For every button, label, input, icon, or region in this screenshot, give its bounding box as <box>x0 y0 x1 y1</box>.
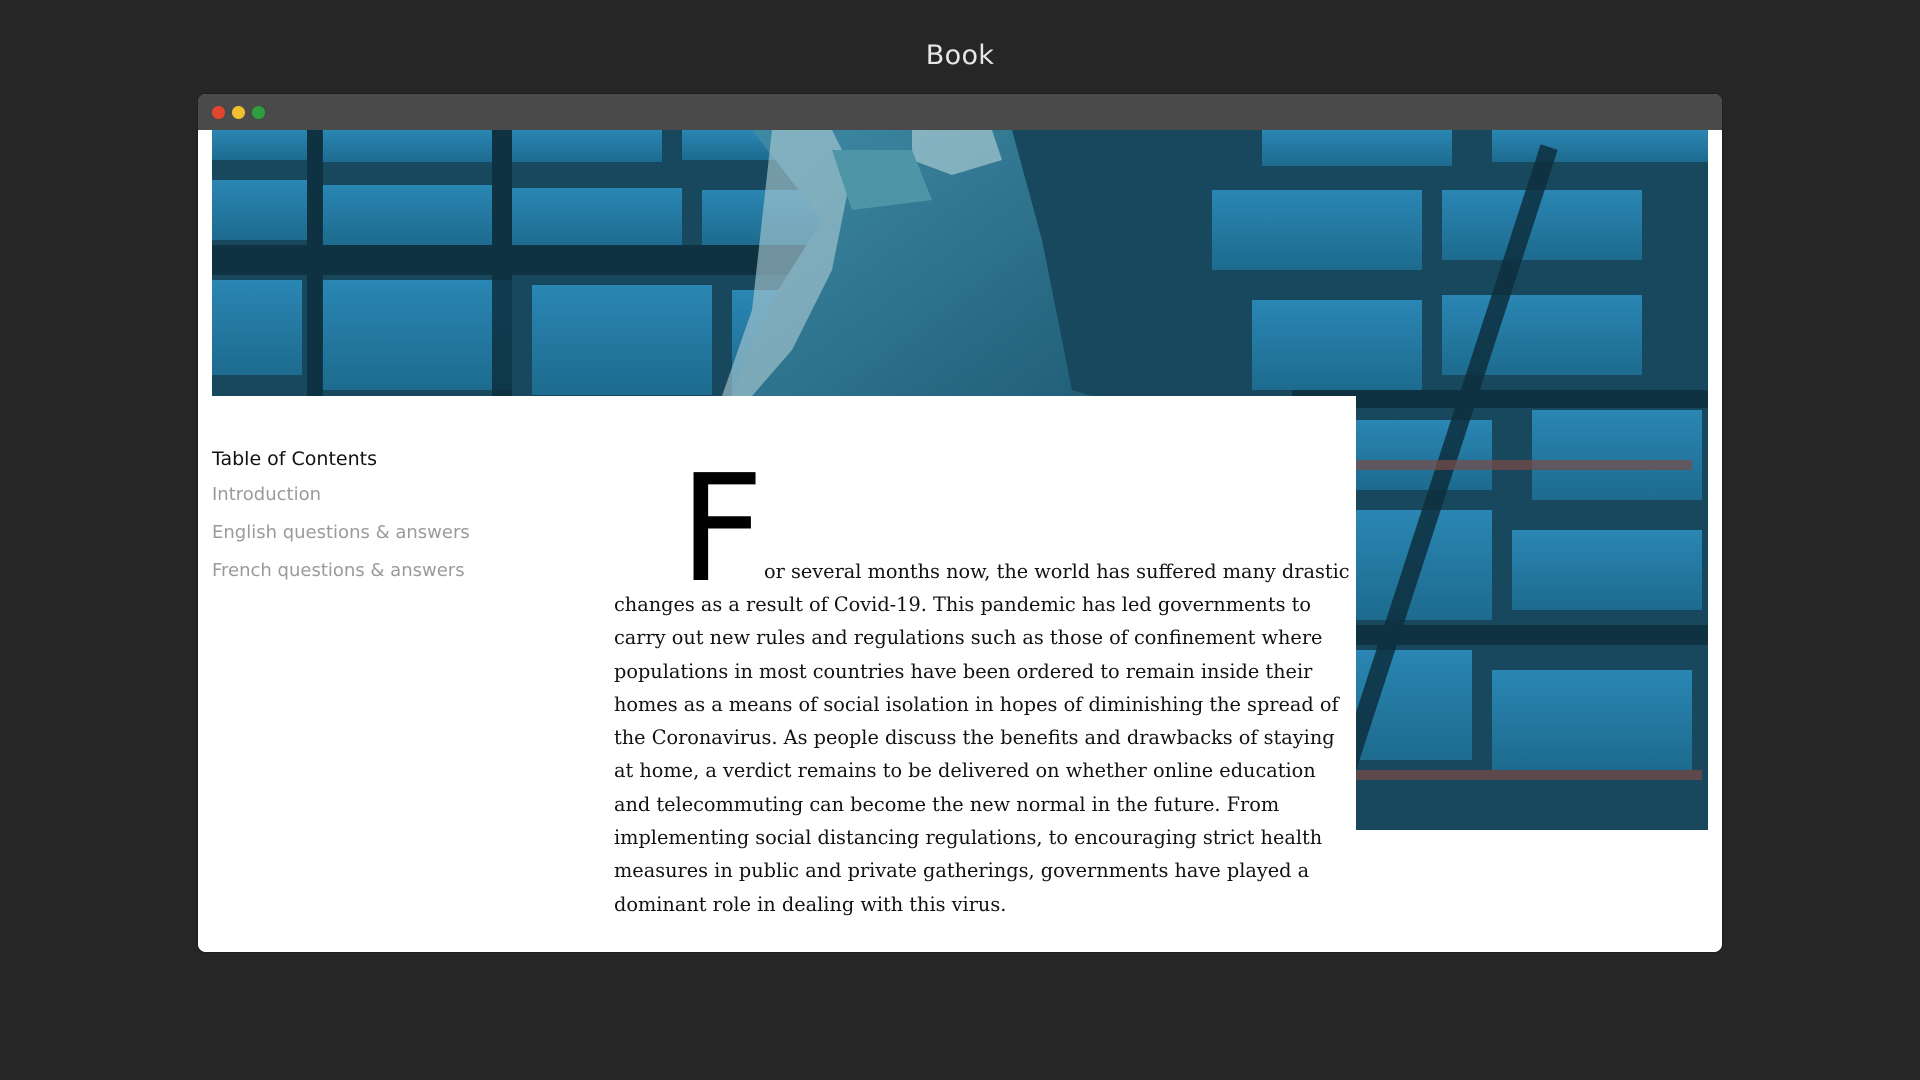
toc-item-introduction[interactable]: Introduction <box>212 484 592 505</box>
article-first-line: F or several months now, the world has s… <box>614 443 1350 615</box>
toc-heading: Table of Contents <box>212 448 377 470</box>
page-title: Book <box>925 40 995 71</box>
page-content[interactable]: Table of Contents Introduction English q… <box>198 130 1722 952</box>
toc-item-french-qa[interactable]: French questions & answers <box>212 560 592 581</box>
table-of-contents: Table of Contents Introduction English q… <box>212 448 592 598</box>
drop-cap: F <box>679 443 765 615</box>
window-titlebar[interactable] <box>198 94 1722 130</box>
maximize-window-icon[interactable] <box>252 106 265 119</box>
article-body: F or several months now, the world has s… <box>614 443 1350 921</box>
article-first-run: or several months now, the world has suf… <box>764 559 1350 583</box>
article-paragraph: changes as a result of Covid-19. This pa… <box>614 593 1339 916</box>
browser-window: Table of Contents Introduction English q… <box>198 94 1722 952</box>
toc-item-english-qa[interactable]: English questions & answers <box>212 522 592 543</box>
minimize-window-icon[interactable] <box>232 106 245 119</box>
close-window-icon[interactable] <box>212 106 225 119</box>
